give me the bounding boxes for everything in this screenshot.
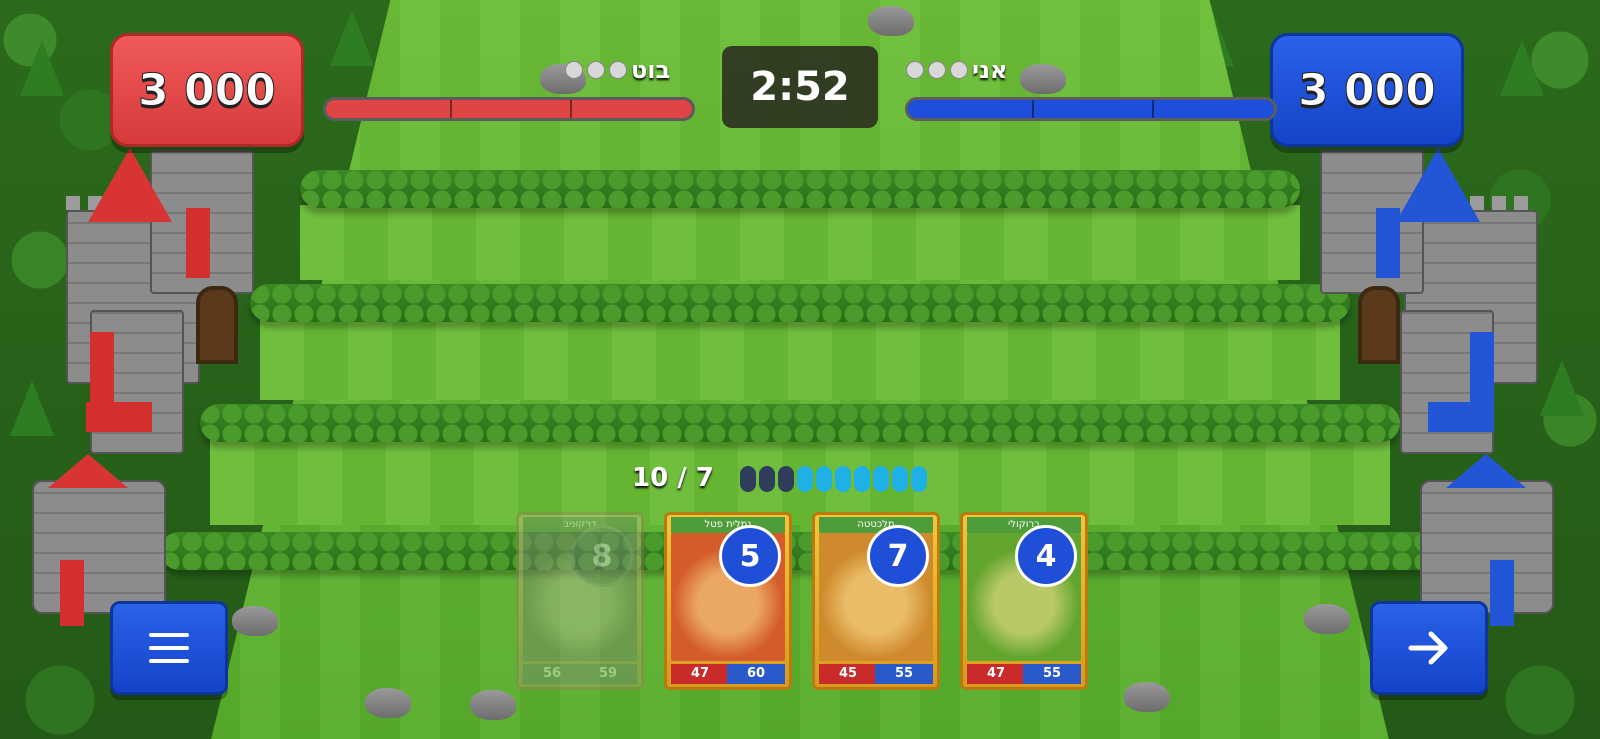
red-banner — [186, 208, 210, 278]
blue-flag — [1428, 402, 1494, 432]
tree — [1500, 40, 1544, 96]
health-segment-divider — [450, 100, 452, 118]
opponent-health-fill — [326, 100, 692, 118]
game-screen: 3 000 3 000 בוט אני 2:52 10 / 7 דרקוניב 8… — [0, 0, 1600, 739]
energy-pip — [759, 466, 775, 492]
card-defense: 59 — [579, 664, 637, 684]
energy-pips — [740, 466, 927, 492]
red-roof — [88, 148, 172, 222]
opponent-health-bar — [323, 97, 695, 121]
unit-card[interactable]: דרקוניב 8 56 59 — [516, 512, 644, 690]
red-roof — [48, 454, 128, 488]
opponent-tower-dot — [565, 61, 583, 79]
blue-roof — [1446, 454, 1526, 488]
opponent-name-tag: בוט — [565, 56, 670, 84]
rock — [470, 690, 516, 720]
hedge — [250, 284, 1350, 322]
match-timer: 2:52 — [722, 46, 878, 128]
card-cost: 5 — [719, 525, 781, 587]
card-attack: 56 — [523, 664, 581, 684]
rock — [365, 688, 411, 718]
energy-pip — [873, 466, 889, 492]
card-attack: 45 — [819, 664, 877, 684]
player-tower-dot — [906, 61, 924, 79]
tree — [20, 40, 64, 96]
unit-card[interactable]: נמלית פטל 5 47 60 — [664, 512, 792, 690]
castle-gate — [1358, 286, 1400, 364]
player-health-bar — [905, 97, 1277, 121]
opponent-name: בוט — [631, 56, 671, 84]
energy-pip — [892, 466, 908, 492]
card-attack: 47 — [967, 664, 1025, 684]
card-cost: 4 — [1015, 525, 1077, 587]
menu-icon — [149, 633, 189, 663]
energy-counter: 10 / 7 — [632, 463, 714, 493]
unit-card[interactable]: ברוקולי 4 47 55 — [960, 512, 1088, 690]
card-defense: 55 — [875, 664, 933, 684]
energy-pip — [835, 466, 851, 492]
card-defense: 60 — [727, 664, 785, 684]
player-score: 3 000 — [1270, 33, 1464, 147]
hedge — [200, 404, 1400, 442]
energy-pip — [740, 466, 756, 492]
energy-pip — [854, 466, 870, 492]
player-tower-dot — [928, 61, 946, 79]
health-segment-divider — [1032, 100, 1034, 118]
card-attack: 47 — [671, 664, 729, 684]
rock — [1020, 64, 1066, 94]
rock — [1124, 682, 1170, 712]
player-name-tag: אני — [906, 56, 1007, 84]
opponent-tower-dot — [587, 61, 605, 79]
hedge — [300, 170, 1300, 208]
lane-1 — [300, 205, 1300, 280]
energy-pip — [816, 466, 832, 492]
menu-button[interactable] — [110, 601, 228, 695]
blue-banner — [1376, 208, 1400, 278]
health-segment-divider — [1152, 100, 1154, 118]
blue-banner — [1490, 560, 1514, 626]
red-flag — [86, 402, 152, 432]
next-button[interactable] — [1370, 601, 1488, 695]
red-banner — [90, 332, 114, 402]
card-defense: 55 — [1023, 664, 1081, 684]
red-banner — [60, 560, 84, 626]
card-cost: 8 — [571, 525, 633, 587]
card-cost: 7 — [867, 525, 929, 587]
blue-banner — [1470, 332, 1494, 402]
rock — [232, 606, 278, 636]
player-tower-dot — [950, 61, 968, 79]
energy-pip — [911, 466, 927, 492]
health-segment-divider — [570, 100, 572, 118]
rock — [868, 6, 914, 36]
energy-pip — [778, 466, 794, 492]
lane-2 — [260, 320, 1340, 400]
castle-gate — [196, 286, 238, 364]
castle-round-tower — [32, 480, 166, 614]
rock — [1304, 604, 1350, 634]
unit-card[interactable]: מלכטטה 7 45 55 — [812, 512, 940, 690]
tree — [1540, 360, 1584, 416]
tree — [10, 380, 54, 436]
hedge — [160, 532, 1440, 570]
arrow-right-icon — [1408, 631, 1448, 665]
blue-roof — [1396, 148, 1480, 222]
tree — [330, 10, 374, 66]
energy-pip — [797, 466, 813, 492]
player-name: אני — [972, 56, 1008, 84]
opponent-tower-dot — [609, 61, 627, 79]
opponent-score: 3 000 — [110, 33, 304, 147]
player-health-fill — [908, 100, 1274, 118]
castle-round-tower — [1420, 480, 1554, 614]
